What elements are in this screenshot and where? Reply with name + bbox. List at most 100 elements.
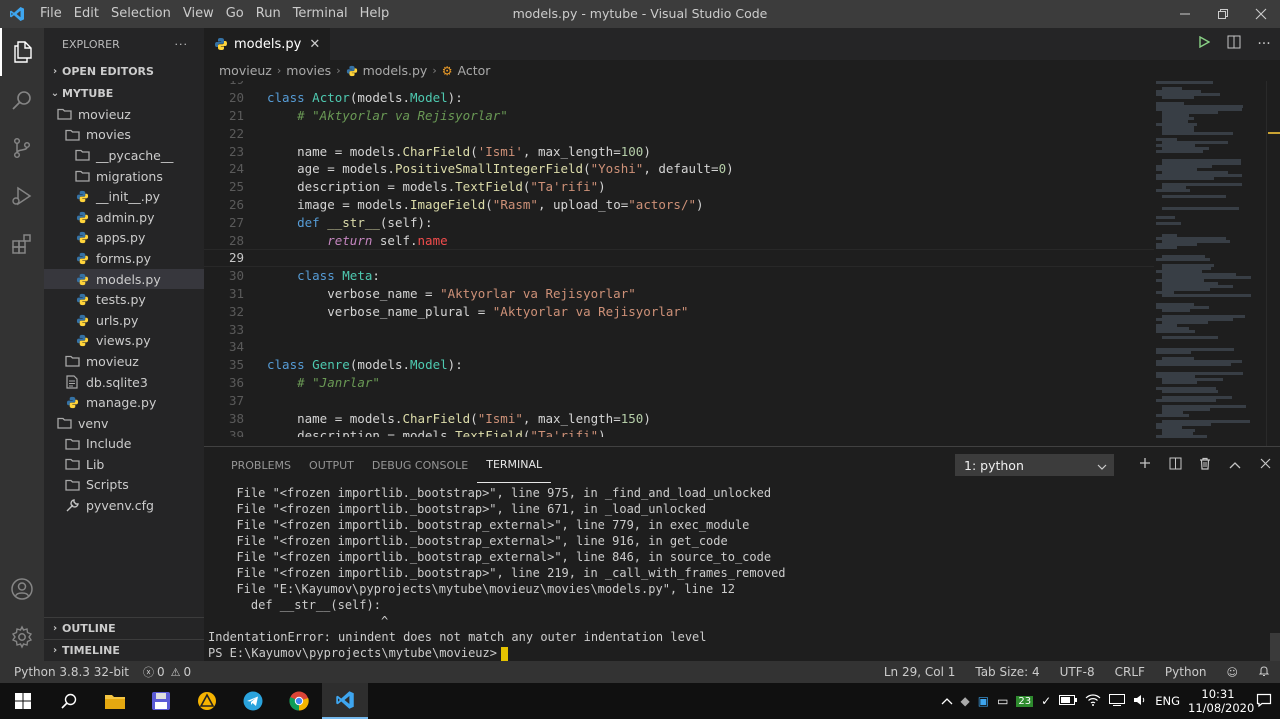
- split-editor-icon[interactable]: [1226, 35, 1242, 53]
- tree-item[interactable]: migrations: [44, 166, 204, 187]
- extensions-icon[interactable]: [0, 220, 44, 268]
- tree-item[interactable]: urls.py: [44, 310, 204, 331]
- tray-check-icon[interactable]: ✓: [1041, 694, 1051, 708]
- tree-item[interactable]: db.sqlite3: [44, 372, 204, 393]
- breadcrumb-item[interactable]: models.py: [363, 63, 428, 78]
- tray-app-icon[interactable]: ◆: [961, 694, 970, 708]
- language-mode[interactable]: Python: [1165, 665, 1207, 679]
- encoding[interactable]: UTF-8: [1060, 665, 1095, 679]
- editor-scrollbar[interactable]: [1266, 81, 1280, 446]
- line-ending[interactable]: CRLF: [1115, 665, 1145, 679]
- timeline-section[interactable]: › TIMELINE: [44, 639, 204, 661]
- explorer-header: EXPLORER ···: [44, 28, 204, 60]
- settings-gear-icon[interactable]: [0, 613, 44, 661]
- tree-item[interactable]: __init__.py: [44, 186, 204, 207]
- telegram-icon[interactable]: [230, 683, 276, 719]
- close-button[interactable]: [1242, 0, 1280, 28]
- menu-selection[interactable]: Selection: [105, 0, 177, 28]
- terminal-scrollbar[interactable]: [1270, 633, 1280, 661]
- breadcrumb-item[interactable]: movieuz: [219, 63, 272, 78]
- source-control-icon[interactable]: [0, 124, 44, 172]
- menu-view[interactable]: View: [177, 0, 220, 28]
- feedback-icon[interactable]: ☺: [1227, 666, 1238, 679]
- close-panel-icon[interactable]: [1256, 457, 1274, 473]
- vscode-taskbar-icon[interactable]: [322, 683, 368, 719]
- trash-icon[interactable]: [1196, 457, 1214, 474]
- tree-item[interactable]: Lib: [44, 454, 204, 475]
- tree-item[interactable]: forms.py: [44, 248, 204, 269]
- minimap[interactable]: [1156, 81, 1266, 446]
- taskbar-search-icon[interactable]: [46, 683, 92, 719]
- tree-item[interactable]: models.py: [44, 268, 204, 290]
- volume-icon[interactable]: [1133, 694, 1147, 709]
- menu-run[interactable]: Run: [250, 0, 287, 28]
- tree-item[interactable]: apps.py: [44, 228, 204, 249]
- account-icon[interactable]: [0, 565, 44, 613]
- tree-item[interactable]: venv: [44, 413, 204, 434]
- python-file-icon: [74, 231, 90, 245]
- tab-size[interactable]: Tab Size: 4: [975, 665, 1039, 679]
- tree-item[interactable]: views.py: [44, 331, 204, 352]
- input-language[interactable]: ENG: [1155, 694, 1180, 708]
- tab-debug-console[interactable]: DEBUG CONSOLE: [363, 447, 477, 483]
- breadcrumb-item[interactable]: Actor: [458, 63, 491, 78]
- run-debug-icon[interactable]: [0, 172, 44, 220]
- breadcrumb-item[interactable]: movies: [286, 63, 331, 78]
- action-center-icon[interactable]: [1256, 692, 1272, 711]
- python-interpreter[interactable]: Python 3.8.3 32-bit: [14, 665, 129, 679]
- file-explorer-icon[interactable]: [92, 683, 138, 719]
- menu-edit[interactable]: Edit: [68, 0, 105, 28]
- menu-help[interactable]: Help: [354, 0, 396, 28]
- tray-display-icon[interactable]: [1109, 693, 1126, 709]
- more-actions-icon[interactable]: ···: [175, 38, 189, 51]
- windows-start-icon[interactable]: [0, 683, 46, 719]
- terminal-output[interactable]: File "<frozen importlib._bootstrap>", li…: [208, 485, 1262, 661]
- restore-button[interactable]: [1204, 0, 1242, 28]
- clock[interactable]: 10:31 11/08/2020: [1188, 687, 1254, 715]
- workspace-section[interactable]: ⌄ MYTUBE: [44, 82, 204, 104]
- app-triangle-icon[interactable]: [184, 683, 230, 719]
- close-tab-icon[interactable]: ✕: [309, 37, 320, 52]
- tree-item[interactable]: movieuz: [44, 104, 204, 125]
- tree-item[interactable]: __pycache__: [44, 145, 204, 166]
- tree-item[interactable]: tests.py: [44, 289, 204, 310]
- tree-item[interactable]: admin.py: [44, 207, 204, 228]
- menu-terminal[interactable]: Terminal: [287, 0, 354, 28]
- outline-section[interactable]: › OUTLINE: [44, 617, 204, 639]
- problems-indicator[interactable]: ⓧ 0 ⚠ 0: [143, 664, 191, 680]
- open-editors-section[interactable]: › OPEN EDITORS: [44, 60, 204, 82]
- menu-go[interactable]: Go: [220, 0, 250, 28]
- notifications-icon[interactable]: [1258, 665, 1270, 680]
- tree-item[interactable]: movies: [44, 125, 204, 146]
- chrome-icon[interactable]: [276, 683, 322, 719]
- split-terminal-icon[interactable]: [1166, 457, 1184, 474]
- explorer-icon[interactable]: [0, 28, 44, 76]
- tree-item[interactable]: movieuz: [44, 351, 204, 372]
- tree-item[interactable]: Scripts: [44, 475, 204, 496]
- save-app-icon[interactable]: [138, 683, 184, 719]
- run-python-icon[interactable]: [1196, 35, 1212, 52]
- tree-item[interactable]: pyvenv.cfg: [44, 495, 204, 516]
- tab-models-py[interactable]: models.py ✕: [204, 28, 331, 60]
- tree-item[interactable]: manage.py: [44, 392, 204, 413]
- wifi-icon[interactable]: [1085, 693, 1101, 709]
- tab-problems[interactable]: PROBLEMS: [222, 447, 300, 483]
- minimize-button[interactable]: [1166, 0, 1204, 28]
- tray-expand-icon[interactable]: [941, 694, 953, 708]
- maximize-panel-icon[interactable]: [1226, 457, 1244, 473]
- new-terminal-icon[interactable]: [1136, 457, 1154, 473]
- search-icon[interactable]: [0, 76, 44, 124]
- tray-network-app-icon[interactable]: ▣: [978, 694, 989, 708]
- battery-icon[interactable]: [1059, 694, 1078, 708]
- tab-output[interactable]: OUTPUT: [300, 447, 363, 483]
- code-editor[interactable]: 1920class Actor(models.Model):21 # "Akty…: [204, 81, 1154, 437]
- tray-monitor-icon[interactable]: ▭: [997, 694, 1008, 708]
- tab-terminal[interactable]: TERMINAL: [477, 447, 552, 483]
- menu-file[interactable]: File: [34, 0, 68, 28]
- tray-badge[interactable]: 23: [1016, 695, 1034, 707]
- tree-item[interactable]: Include: [44, 434, 204, 455]
- terminal-prompt-line[interactable]: PS E:\Kayumov\pyprojects\mytube\movieuz>: [208, 645, 1262, 661]
- more-actions-icon[interactable]: ···: [1256, 36, 1272, 52]
- terminal-select[interactable]: 1: python: [955, 454, 1114, 476]
- cursor-position[interactable]: Ln 29, Col 1: [884, 665, 956, 679]
